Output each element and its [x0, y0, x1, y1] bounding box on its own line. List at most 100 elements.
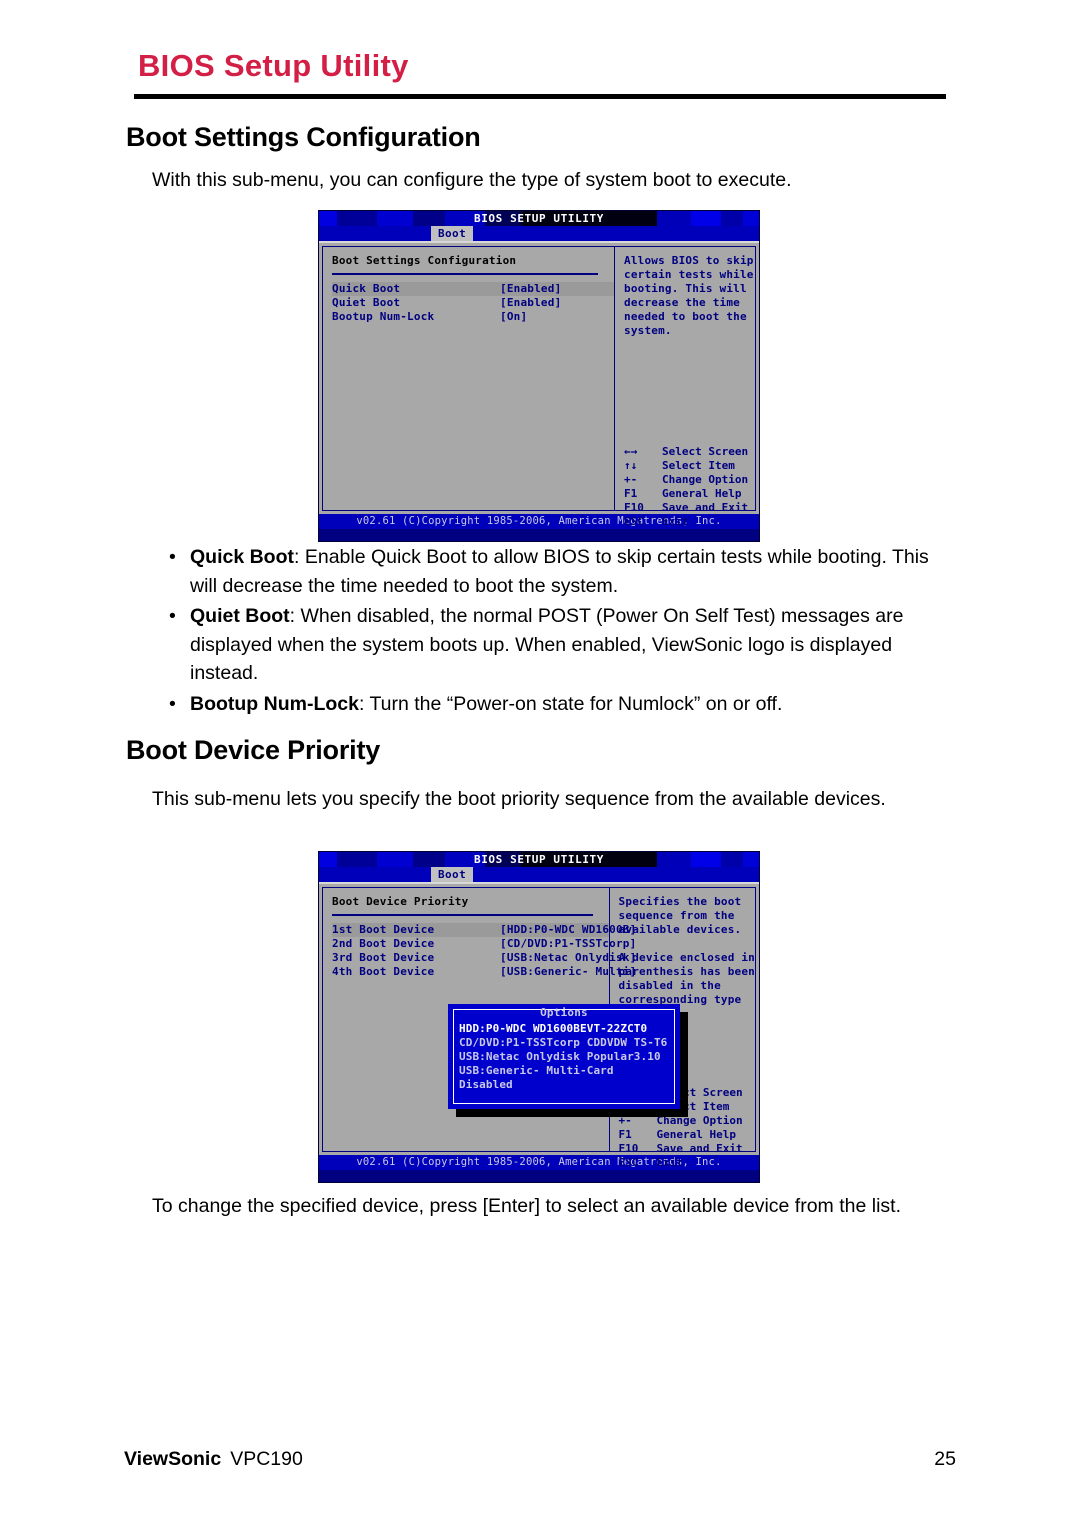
page-footer: 25 ViewSonic VPC190	[124, 1448, 956, 1471]
bios-option-label: 2nd Boot Device	[332, 937, 435, 950]
options-popup-item[interactable]: HDD:P0-WDC WD1600BEVT-22ZCT0	[459, 1022, 673, 1036]
options-popup-item[interactable]: Disabled	[459, 1078, 673, 1092]
options-popup-item[interactable]: USB:Netac Onlydisk Popular3.10	[459, 1050, 673, 1064]
bios-nav-row: ESC Exit	[624, 515, 759, 529]
bios-title: BIOS SETUP UTILITY	[473, 212, 604, 225]
running-head: BIOS Setup Utility	[138, 48, 948, 83]
bios-section-rule	[332, 914, 593, 916]
options-popup[interactable]: Options HDD:P0-WDC WD1600BEVT-22ZCT0 CD/…	[448, 1004, 680, 1109]
bios-screenshot-boot-settings: BIOS SETUP UTILITY Boot Boot Settings Co…	[318, 210, 760, 542]
bios-option-label: Quick Boot	[332, 282, 401, 295]
list-item: • Bootup Num-Lock: Turn the “Power-on st…	[167, 690, 957, 719]
bios-tab-row: Boot	[319, 226, 759, 241]
bios-title-bar: BIOS SETUP UTILITY	[319, 211, 759, 226]
bios-help-line: needed to boot the	[624, 310, 747, 323]
f10-key-icon: F10	[618, 1142, 639, 1155]
bios-help-line: system.	[624, 324, 672, 337]
bios-nav-desc: Select Item	[662, 459, 735, 472]
bullet-list: • Quick Boot: Enable Quick Boot to allow…	[167, 543, 957, 720]
bios-nav-desc: Exit	[662, 515, 689, 528]
arrow-up-down-icon: ↑↓	[624, 459, 638, 472]
bios-tab-boot[interactable]: Boot	[431, 226, 474, 241]
paragraph-boot-device-outro: To change the specified device, press [E…	[152, 1195, 901, 1217]
bios-screenshot-boot-device-priority: BIOS SETUP UTILITY Boot Boot Device Prio…	[318, 851, 760, 1183]
bios-nav-desc: Save and Exit	[656, 1142, 743, 1155]
list-item: • Quick Boot: Enable Quick Boot to allow…	[167, 543, 957, 600]
running-head-title: BIOS Setup Utility	[138, 48, 409, 83]
bios-option-row[interactable]: 1st Boot Device [HDD:P0-WDC WD1600B]	[332, 923, 636, 937]
bios-nav-row: F10 Save and Exit	[624, 501, 759, 515]
bios-option-row[interactable]: 2nd Boot Device [CD/DVD:P1-TSSTcorp]	[332, 937, 636, 951]
bios-option-label: 1st Boot Device	[332, 923, 435, 936]
options-popup-item[interactable]: CD/DVD:P1-TSSTcorp CDDVDW TS-T6	[459, 1036, 673, 1050]
bios-nav-desc: Exit	[656, 1156, 684, 1169]
bios-option-label: Quiet Boot	[332, 296, 401, 309]
bios-nav-desc: General Help	[656, 1128, 737, 1141]
running-head-rule	[134, 94, 946, 99]
bios-help-line: Specifies the boot	[618, 895, 742, 908]
bullet-text: : When disabled, the normal POST (Power …	[190, 605, 904, 684]
bios-option-row[interactable]: 3rd Boot Device [USB:Netac Onlydisk]	[332, 951, 636, 965]
paragraph-boot-device-intro: This sub-menu lets you specify the boot …	[152, 788, 886, 810]
bios-help-line: parenthesis has been	[618, 965, 755, 978]
bios-nav-desc: Save and Exit	[662, 501, 749, 514]
bios-tab-row: Boot	[319, 867, 759, 882]
bios-nav-row: F10 Save and Exit	[619, 1142, 759, 1156]
paragraph-boot-settings-intro: With this sub-menu, you can configure th…	[152, 169, 792, 191]
bios-nav-row: ↑↓ Select Item	[624, 459, 759, 473]
bios-tab-boot[interactable]: Boot	[431, 867, 474, 882]
bios-nav-row: +- Change Option	[624, 473, 759, 487]
bios-body: Boot Device Priority 1st Boot Device [HD…	[319, 882, 759, 1169]
bios-help-line: available devices.	[618, 923, 742, 936]
bios-title-bar: BIOS SETUP UTILITY	[319, 852, 759, 867]
bios-option-row[interactable]: Quick Boot [Enabled]	[332, 282, 614, 296]
bios-help-line: A device enclosed in	[618, 951, 755, 964]
bios-help-line: sequence from the	[618, 909, 735, 922]
bios-nav-row: ←→ Select Screen	[624, 445, 759, 459]
options-popup-list: HDD:P0-WDC WD1600BEVT-22ZCT0 CD/DVD:P1-T…	[459, 1022, 673, 1092]
bios-option-label: Bootup Num-Lock	[332, 310, 435, 323]
f10-key-icon: F10	[624, 501, 644, 514]
arrow-left-right-icon: ←→	[624, 445, 638, 458]
bios-help-line: Allows BIOS to skip	[624, 254, 754, 267]
bullet-term: Bootup Num-Lock	[190, 692, 359, 715]
esc-key-icon: ESC	[624, 515, 644, 528]
footer-model: VPC190	[230, 1448, 303, 1470]
f1-key-icon: F1	[624, 487, 638, 500]
bios-help-line: decrease the time	[624, 296, 740, 309]
bios-nav-row: F1 General Help	[624, 487, 759, 501]
bios-title: BIOS SETUP UTILITY	[473, 853, 604, 866]
bios-body: Boot Settings Configuration Quick Boot […	[319, 241, 759, 528]
bios-option-row[interactable]: Bootup Num-Lock [On]	[332, 310, 614, 324]
bios-option-value: [Enabled]	[500, 282, 562, 295]
bios-help-line: booting. This will	[624, 282, 747, 295]
bios-section-title: Boot Settings Configuration	[332, 254, 517, 267]
bios-nav-row: F1 General Help	[619, 1128, 759, 1142]
bios-option-row[interactable]: Quiet Boot [Enabled]	[332, 296, 614, 310]
bios-nav-row: ESC Exit	[619, 1156, 759, 1170]
bios-section-title: Boot Device Priority	[332, 895, 469, 908]
bios-help-line: certain tests while	[624, 268, 754, 281]
heading-boot-device-priority: Boot Device Priority	[126, 735, 381, 765]
options-popup-title: Options	[540, 1006, 588, 1019]
bios-option-value: [Enabled]	[500, 296, 562, 309]
bios-settings-panel: Boot Settings Configuration Quick Boot […	[323, 247, 615, 510]
document-page: BIOS Setup Utility Boot Settings Configu…	[0, 0, 1080, 1528]
bullet-dot-icon: •	[169, 605, 176, 627]
bullet-text: : Turn the “Power-on state for Numlock” …	[358, 692, 783, 715]
bios-option-label: 3rd Boot Device	[332, 951, 435, 964]
bullet-dot-icon: •	[169, 692, 176, 715]
bullet-text: : Enable Quick Boot to allow BIOS to ski…	[190, 546, 929, 597]
bios-help-spacer	[619, 937, 755, 951]
bullet-term: Quick Boot	[190, 546, 295, 568]
bios-nav-desc: Select Screen	[662, 445, 749, 458]
esc-key-icon: ESC	[618, 1156, 639, 1169]
bios-help-line: disabled in the	[618, 979, 721, 992]
options-popup-item[interactable]: USB:Generic- Multi-Card	[459, 1064, 673, 1078]
footer-brand: ViewSonic	[124, 1448, 222, 1470]
bios-nav-desc: Change Option	[662, 473, 749, 486]
bios-section-rule	[332, 273, 598, 275]
bullet-dot-icon: •	[169, 546, 176, 568]
bios-option-row[interactable]: 4th Boot Device [USB:Generic- Multi]	[332, 965, 636, 979]
heading-boot-settings-configuration: Boot Settings Configuration	[126, 122, 481, 152]
